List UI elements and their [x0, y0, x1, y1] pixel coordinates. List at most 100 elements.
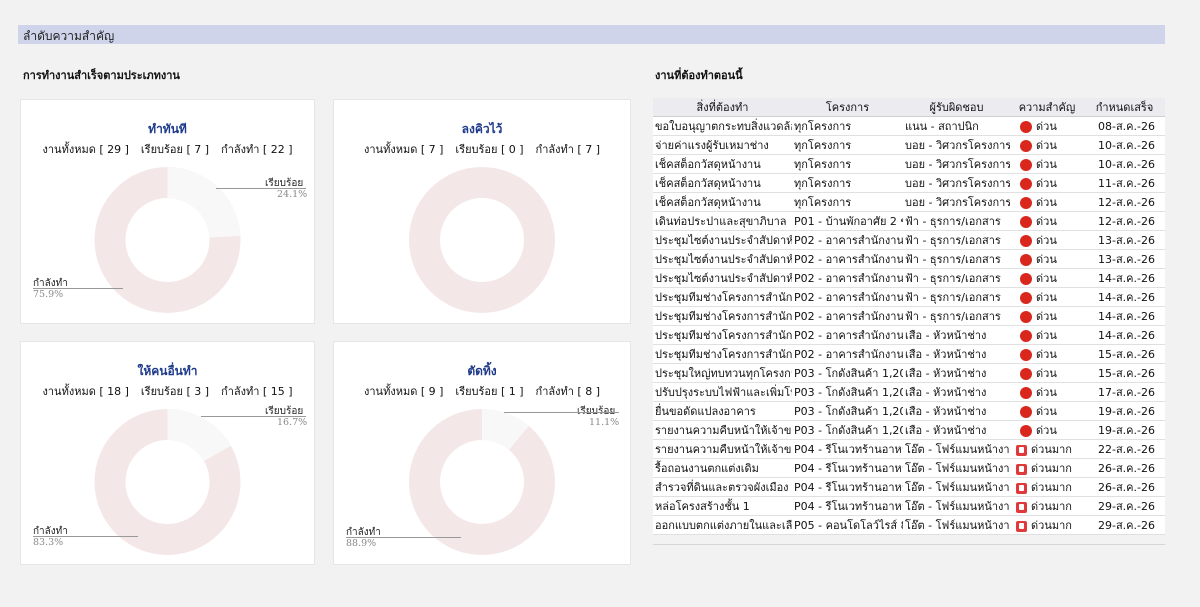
owner-text: บอย - วิศวกรโครงการ [905, 158, 1010, 171]
red-circle-icon [1020, 216, 1032, 228]
table-row[interactable]: เช็คสต็อกวัสดุหน้างาน ทุกโครงการ บอย - วิศ… [653, 192, 1165, 212]
table-row[interactable]: ประชุมทีมช่างโครงการสำนักงานP02 - อาคารส… [653, 287, 1165, 307]
due-text: 29-ส.ค.-26 [1098, 500, 1155, 513]
table-row[interactable]: ประชุมใหญ่ทบทวนทุกโครงการ P03 - โกดังสินค… [653, 363, 1165, 383]
owner-text: ฟ้า - ธุรการ/เอกสาร [905, 310, 1001, 323]
cell-project: P02 - อาคารสำนักงาน 4 [792, 268, 903, 288]
owner-text: โอ๊ต - โฟร์แมนหน้างาน [905, 443, 1010, 456]
col-header-task[interactable]: สิ่งที่ต้องทำ [653, 98, 792, 117]
table-row[interactable]: ประชุมไซต์งานประจำสัปดาห์ P02 - อาคารสำนั… [653, 230, 1165, 250]
red-circle-icon [1020, 387, 1032, 399]
table-row[interactable]: ประชุมทีมช่างโครงการสำนักงานP02 - อาคารส… [653, 306, 1165, 326]
cell-priority: ด่วน [1010, 154, 1084, 174]
col-header-due[interactable]: กำหนดเสร็จ [1084, 98, 1165, 117]
cell-task: เช็คสต็อกวัสดุหน้างาน [653, 192, 792, 212]
owner-text: ฟ้า - ธุรการ/เอกสาร [905, 272, 1001, 285]
due-text: 22-ส.ค.-26 [1098, 443, 1155, 456]
cell-due: 14-ส.ค.-26 [1084, 287, 1165, 307]
table-row[interactable]: ประชุมทีมช่างโครงการสำนักงานP02 - อาคารส… [653, 325, 1165, 345]
task-table: สิ่งที่ต้องทำ โครงการ ผู้รับผิดชอบ ความส… [653, 98, 1165, 535]
project-text: P04 - รีโนเวทร้านอาหาร [794, 462, 903, 475]
cell-owner: ฟ้า - ธุรการ/เอกสาร [903, 230, 1010, 250]
table-row[interactable]: เช็คสต็อกวัสดุหน้างาน ทุกโครงการ บอย - วิศ… [653, 173, 1165, 193]
project-text: P03 - โกดังสินค้า 1,200 [794, 424, 903, 437]
project-text: P03 - โกดังสินค้า 1,200 [794, 367, 903, 380]
cell-due: 15-ส.ค.-26 [1084, 344, 1165, 364]
table-row[interactable]: เดินท่อประปาและสุขาภิบาล P01 - บ้านพักอาศ… [653, 211, 1165, 231]
red-circle-icon [1020, 292, 1032, 304]
red-circle-icon [1020, 140, 1032, 152]
task-text: ประชุมทีมช่างโครงการสำนักงาน [655, 329, 792, 342]
table-row[interactable]: รื้อถอนงานตกแต่งเดิม P04 - รีโนเวทร้านอาห… [653, 458, 1165, 478]
doing-callout-line [33, 536, 138, 537]
cell-task: รายงานความคืบหน้าให้เจ้าของ [653, 439, 792, 459]
due-text: 15-ส.ค.-26 [1098, 348, 1155, 361]
due-text: 29-ส.ค.-26 [1098, 519, 1155, 532]
table-row[interactable]: หล่อโครงสร้างชั้น 1 P04 - รีโนเวทร้านอาหา… [653, 496, 1165, 516]
cell-task: ออกแบบตกแต่งภายในและเลือกวัสดุ [653, 515, 792, 535]
table-row[interactable]: ประชุมทีมช่างโครงการสำนักงานP02 - อาคารส… [653, 344, 1165, 364]
priority-text: ด่วนมาก [1031, 481, 1072, 494]
cell-project: P02 - อาคารสำนักงาน 4 [792, 230, 903, 250]
cell-project: P04 - รีโนเวทร้านอาหาร [792, 477, 903, 497]
table-row[interactable]: ปรับปรุงระบบไฟฟ้าและเพิ่มโหลดP03 - โกดัง… [653, 382, 1165, 402]
cell-due: 14-ส.ค.-26 [1084, 306, 1165, 326]
cell-priority: ด่วน [1010, 325, 1084, 345]
cell-task: หล่อโครงสร้างชั้น 1 [653, 496, 792, 516]
project-text: P02 - อาคารสำนักงาน 4 [794, 348, 903, 361]
project-text: ทุกโครงการ [794, 158, 852, 171]
cell-owner: เสือ - หัวหน้าช่าง [903, 344, 1010, 364]
red-circle-icon [1020, 235, 1032, 247]
table-row[interactable]: ยื่นขอดัดแปลงอาคาร P03 - โกดังสินค้า 1,20… [653, 401, 1165, 421]
project-text: ทุกโครงการ [794, 139, 852, 152]
due-text: 08-ส.ค.-26 [1098, 120, 1155, 133]
due-text: 12-ส.ค.-26 [1098, 196, 1155, 209]
cell-owner: บอย - วิศวกรโครงการ [903, 192, 1010, 212]
owner-text: ฟ้า - ธุรการ/เอกสาร [905, 215, 1001, 228]
cell-priority: ด่วนมาก [1010, 477, 1084, 497]
red-circle-icon [1020, 273, 1032, 285]
done-callout-line [201, 416, 306, 417]
cell-project: P02 - อาคารสำนักงาน 4 [792, 249, 903, 269]
cell-project: P02 - อาคารสำนักงาน 4 [792, 344, 903, 364]
cell-owner: บอย - วิศวกรโครงการ [903, 173, 1010, 193]
due-text: 17-ส.ค.-26 [1098, 386, 1155, 399]
page-title: ลำดับความสำคัญ [23, 29, 115, 43]
col-header-owner[interactable]: ผู้รับผิดชอบ [903, 98, 1010, 117]
donut-slice-done [167, 167, 241, 238]
col-header-priority[interactable]: ความสำคัญ [1010, 98, 1084, 117]
table-row[interactable]: รายงานความคืบหน้าให้เจ้าของ P03 - โกดังสิ… [653, 420, 1165, 440]
cell-due: 19-ส.ค.-26 [1084, 401, 1165, 421]
cell-priority: ด่วน [1010, 249, 1084, 269]
cell-priority: ด่วน [1010, 382, 1084, 402]
table-row[interactable]: ออกแบบตกแต่งภายในและเลือกวัสดุP05 - คอนโ… [653, 515, 1165, 535]
cell-due: 13-ส.ค.-26 [1084, 230, 1165, 250]
table-row[interactable]: ประชุมไซต์งานประจำสัปดาห์ P02 - อาคารสำนั… [653, 268, 1165, 288]
table-row[interactable]: สำรวจที่ดินและตรวจผังเมือง P04 - รีโนเวทร… [653, 477, 1165, 497]
cell-priority: ด่วน [1010, 363, 1084, 383]
cell-priority: ด่วน [1010, 116, 1084, 136]
table-row[interactable]: รายงานความคืบหน้าให้เจ้าของ P04 - รีโนเวท… [653, 439, 1165, 459]
table-row[interactable]: เช็คสต็อกวัสดุหน้างาน ทุกโครงการ บอย - วิศ… [653, 154, 1165, 174]
cell-priority: ด่วน [1010, 420, 1084, 440]
cell-task: ประชุมทีมช่างโครงการสำนักงาน [653, 306, 792, 326]
priority-text: ด่วน [1036, 348, 1057, 361]
task-text: ออกแบบตกแต่งภายในและเลือกวัสดุ [655, 519, 792, 532]
col-header-project[interactable]: โครงการ [792, 98, 903, 117]
task-text: เช็คสต็อกวัสดุหน้างาน [655, 177, 761, 190]
table-row[interactable]: จ่ายค่าแรงผู้รับเหมาช่าง ทุกโครงการ บอย - … [653, 135, 1165, 155]
table-row[interactable]: ขอใบอนุญาตกระทบสิ่งแวดล้อม ทุกโครงการ แนน … [653, 116, 1165, 136]
project-text: P02 - อาคารสำนักงาน 4 [794, 272, 903, 285]
red-circle-icon [1020, 425, 1032, 437]
project-text: P02 - อาคารสำนักงาน 4 [794, 329, 903, 342]
cell-due: 11-ส.ค.-26 [1084, 173, 1165, 193]
cell-priority: ด่วนมาก [1010, 458, 1084, 478]
table-row[interactable]: ประชุมไซต์งานประจำสัปดาห์ P02 - อาคารสำนั… [653, 249, 1165, 269]
red-circle-icon [1020, 330, 1032, 342]
priority-text: ด่วนมาก [1031, 500, 1072, 513]
owner-text: ฟ้า - ธุรการ/เอกสาร [905, 234, 1001, 247]
due-text: 14-ส.ค.-26 [1098, 329, 1155, 342]
due-text: 19-ส.ค.-26 [1098, 405, 1155, 418]
cell-owner: บอย - วิศวกรโครงการ [903, 135, 1010, 155]
doing-callout-pct: 88.9% [346, 538, 377, 549]
